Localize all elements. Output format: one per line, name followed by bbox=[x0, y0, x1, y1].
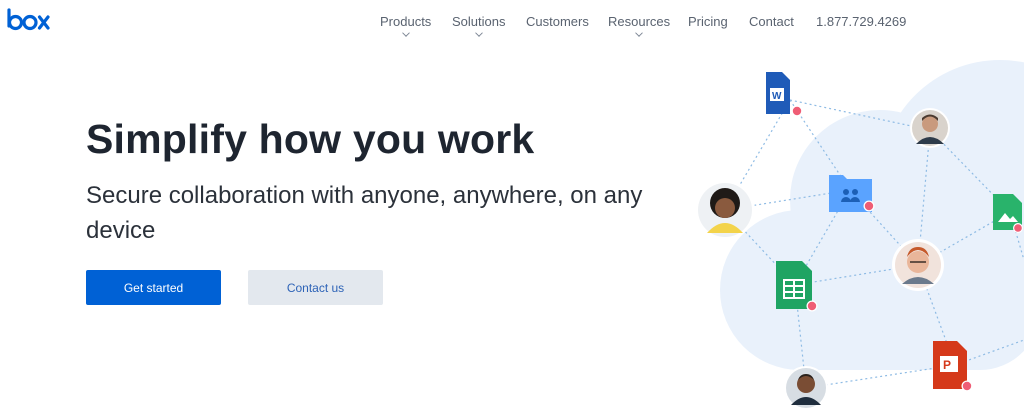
user-avatar-man-suit-icon bbox=[784, 366, 828, 410]
nav-solutions[interactable]: Solutions bbox=[452, 14, 506, 37]
nav-pricing[interactable]: Pricing bbox=[688, 14, 728, 29]
svg-text:W: W bbox=[772, 91, 782, 102]
box-logo[interactable] bbox=[6, 6, 50, 34]
get-started-button[interactable]: Get started bbox=[86, 270, 221, 305]
nav-contact[interactable]: Contact bbox=[749, 14, 794, 29]
shared-folder-icon bbox=[829, 175, 875, 212]
nav-resources[interactable]: Resources bbox=[608, 14, 671, 37]
user-avatar-man-glasses-icon bbox=[910, 108, 950, 148]
chevron-down-icon bbox=[474, 29, 483, 37]
user-avatar-man-red-hair-icon bbox=[892, 239, 944, 291]
hero-title: Simplify how you work bbox=[86, 116, 535, 162]
box-logo-icon bbox=[7, 8, 50, 31]
nav-solutions-label: Solutions bbox=[452, 14, 506, 29]
nav-resources-label: Resources bbox=[608, 14, 671, 29]
user-avatar-woman-icon bbox=[695, 180, 755, 240]
chevron-down-icon bbox=[401, 29, 410, 37]
word-file-icon: W bbox=[766, 72, 803, 117]
image-file-icon bbox=[993, 194, 1023, 233]
nav-contact-label: Contact bbox=[749, 14, 794, 29]
nav-phone-link[interactable]: 1.877.729.4269 bbox=[816, 14, 906, 29]
nav-pricing-label: Pricing bbox=[688, 14, 728, 29]
top-navigation: Products Solutions Customers Resources P… bbox=[0, 0, 1024, 44]
phone-number: 1.877.729.4269 bbox=[816, 14, 907, 29]
nav-products-label: Products bbox=[380, 14, 432, 29]
chevron-down-icon bbox=[635, 29, 643, 37]
hero-subtitle: Secure collaboration with anyone, anywhe… bbox=[86, 182, 643, 244]
nav-customers[interactable]: Customers bbox=[526, 14, 589, 29]
cloud-background bbox=[720, 60, 1024, 370]
svg-text:P: P bbox=[943, 358, 951, 372]
collaboration-illustration: W P bbox=[690, 56, 1024, 420]
nav-products[interactable]: Products bbox=[380, 14, 432, 37]
nav-customers-label: Customers bbox=[526, 14, 589, 29]
contact-us-button[interactable]: Contact us bbox=[248, 270, 383, 305]
collaboration-network-graphic: W P bbox=[695, 60, 1024, 410]
